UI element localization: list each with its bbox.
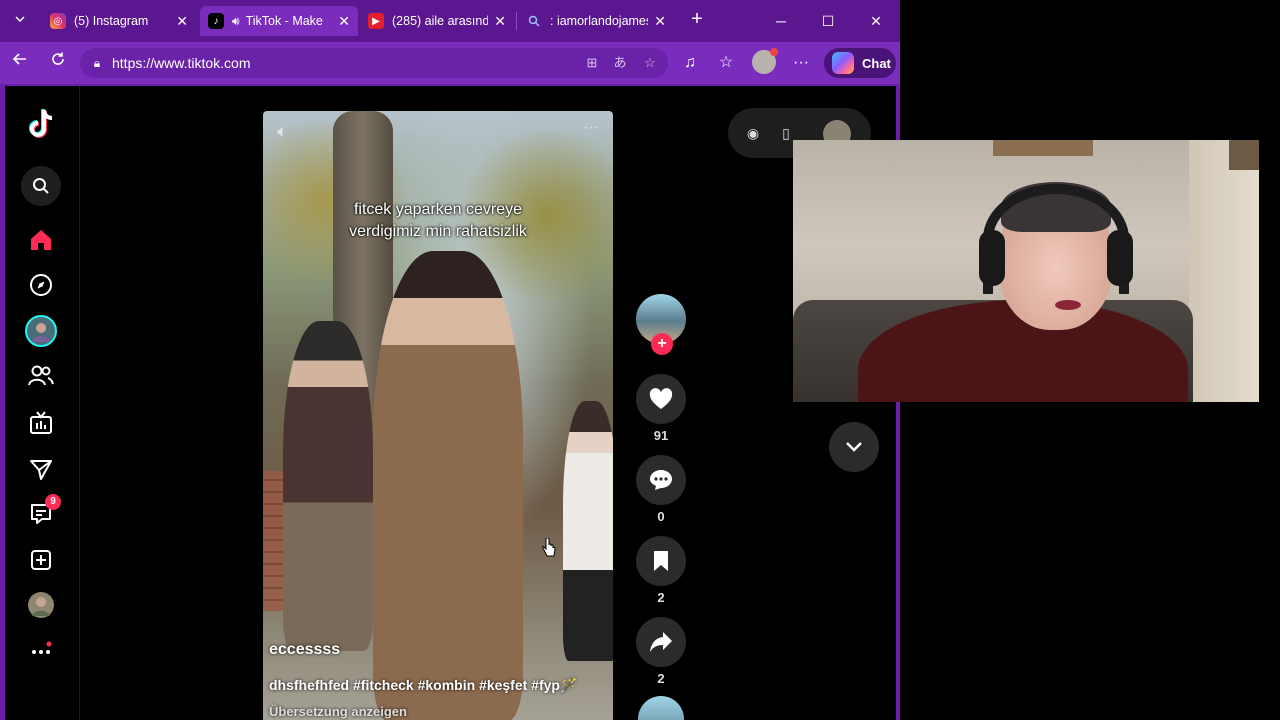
close-window-button[interactable]: ✕ <box>863 8 889 34</box>
next-video-button[interactable] <box>829 422 879 472</box>
copilot-icon <box>832 52 854 74</box>
share-button[interactable] <box>636 617 686 667</box>
video-player[interactable]: 🔈︎ ··· fitcek yaparken cevreye verdigimi… <box>263 111 613 720</box>
tiktok-sidebar: 9 <box>5 86 80 720</box>
home-icon[interactable] <box>21 220 61 260</box>
video-frame-person <box>563 401 613 661</box>
refresh-icon <box>52 52 64 65</box>
video-caption-overlay: fitcek yaparken cevreye verdigimiz min r… <box>263 199 613 243</box>
tiktok-logo-icon[interactable] <box>21 104 61 144</box>
share-icon <box>650 632 672 652</box>
webcam-picture-frame <box>993 140 1093 156</box>
lock-icon[interactable]: 🔒︎ <box>88 54 106 72</box>
tiktok-coin-icon[interactable]: ◉ <box>743 123 763 143</box>
tiktok-icon: ♪ <box>208 13 224 29</box>
chevron-down-icon <box>15 16 25 23</box>
url-text[interactable]: https://www.tiktok.com <box>112 54 250 72</box>
tab-title: (5) Instagram <box>74 14 149 28</box>
video-frame-person <box>373 251 523 720</box>
comment-button[interactable] <box>636 455 686 505</box>
copilot-chat-button[interactable]: Chat <box>824 48 896 78</box>
close-tab-icon[interactable]: ✕ <box>338 13 350 30</box>
address-bar[interactable]: 🔒︎ https://www.tiktok.com ⊞ あ ☆ <box>80 48 668 78</box>
youtube-icon: ▶ <box>368 13 384 29</box>
tab-search[interactable]: : iamorlandojames ✕ <box>518 6 674 36</box>
instagram-icon: ◎ <box>50 13 66 29</box>
save-count: 2 <box>657 590 665 605</box>
video-caption-line: fitcek yaparken cevreye <box>353 201 523 218</box>
heart-icon <box>649 388 673 409</box>
upload-icon[interactable] <box>21 540 61 580</box>
comment-icon <box>650 470 672 490</box>
like-count: 91 <box>653 428 669 443</box>
refresh-button[interactable] <box>46 51 70 75</box>
live-icon[interactable] <box>21 403 61 443</box>
settings-more-button[interactable]: ··· <box>789 51 813 75</box>
tab-bar: ◎ (5) Instagram ✕ ♪ 🔊︎ TikTok - Make ✕ ▶… <box>0 0 900 42</box>
headphone-earcup <box>979 230 1005 286</box>
tab-title: : iamorlandojames <box>550 14 649 28</box>
tab-instagram[interactable]: ◎ (5) Instagram ✕ <box>42 6 196 36</box>
headphone-earcup <box>1107 230 1133 286</box>
speaker-icon[interactable]: 🔊︎ <box>232 14 240 29</box>
maximize-button[interactable]: ☐ <box>815 8 841 34</box>
video-frame-person <box>283 321 373 651</box>
explore-icon[interactable] <box>21 265 61 305</box>
minimize-button[interactable]: ─ <box>768 8 794 34</box>
profile-avatar[interactable] <box>752 48 778 74</box>
app-available-icon[interactable]: ⊞ <box>582 53 602 73</box>
webcam-person-lips <box>1055 300 1081 310</box>
tab-title: TikTok - Make <box>245 14 323 28</box>
search-icon[interactable] <box>21 166 61 206</box>
tab-separator <box>516 12 517 30</box>
close-tab-icon[interactable]: ✕ <box>494 13 506 30</box>
back-button[interactable] <box>8 51 32 75</box>
video-caption-line: verdigimiz min rahatsizlik <box>349 223 527 240</box>
live-avatar-icon[interactable] <box>21 311 61 351</box>
messages-icon[interactable] <box>21 450 61 490</box>
close-tab-icon[interactable]: ✕ <box>176 13 188 30</box>
webcam-wall <box>1189 140 1259 402</box>
arrow-left-icon <box>12 53 26 65</box>
browser-window: ◎ (5) Instagram ✕ ♪ 🔊︎ TikTok - Make ✕ ▶… <box>0 0 900 720</box>
comment-count: 0 <box>657 509 665 524</box>
new-tab-button[interactable]: + <box>686 9 708 31</box>
inbox-badge: 9 <box>45 494 61 510</box>
profile-avatar-icon[interactable] <box>21 585 61 625</box>
volume-icon[interactable]: 🔈︎ <box>277 121 288 142</box>
follow-plus-icon[interactable]: + <box>651 333 673 355</box>
tab-youtube[interactable]: ▶ (285) aile arasında ✕ <box>360 6 514 36</box>
tab-actions-menu-button[interactable] <box>8 9 32 33</box>
tab-tiktok[interactable]: ♪ 🔊︎ TikTok - Make ✕ <box>200 6 358 36</box>
favorites-button[interactable]: ☆ <box>714 51 738 75</box>
search-icon <box>526 13 542 29</box>
bookmark-icon <box>654 551 668 571</box>
screen: ◎ (5) Instagram ✕ ♪ 🔊︎ TikTok - Make ✕ ▶… <box>0 0 1280 720</box>
more-icon[interactable] <box>21 629 61 669</box>
video-description[interactable]: dhsfhefhfed #fitcheck #kombin #keşfet #f… <box>269 677 577 694</box>
webcam-picture-frame <box>1229 140 1259 170</box>
translate-link[interactable]: Übersetzung anzeigen <box>269 704 407 719</box>
inbox-icon[interactable]: 9 <box>21 494 61 534</box>
video-author[interactable]: eccessss <box>269 641 340 659</box>
tiktok-page: 9 🔈︎ ··· fitcek yaparken cevreye verdigi… <box>5 86 896 720</box>
like-button[interactable] <box>636 374 686 424</box>
chevron-down-icon <box>846 442 862 452</box>
more-options-icon[interactable]: ··· <box>583 119 599 137</box>
media-control-button[interactable]: ♫ <box>678 51 702 75</box>
chat-label: Chat <box>862 55 891 71</box>
close-tab-icon[interactable]: ✕ <box>654 13 666 30</box>
webcam-overlay <box>793 140 1259 402</box>
following-icon[interactable] <box>21 356 61 396</box>
sound-avatar[interactable] <box>638 696 684 720</box>
share-count: 2 <box>657 671 665 686</box>
translate-icon[interactable]: あ <box>610 53 630 73</box>
tab-title: (285) aile arasında <box>392 14 489 28</box>
save-button[interactable] <box>636 536 686 586</box>
favorite-star-icon[interactable]: ☆ <box>640 53 660 73</box>
hand-cursor-icon <box>542 538 556 557</box>
